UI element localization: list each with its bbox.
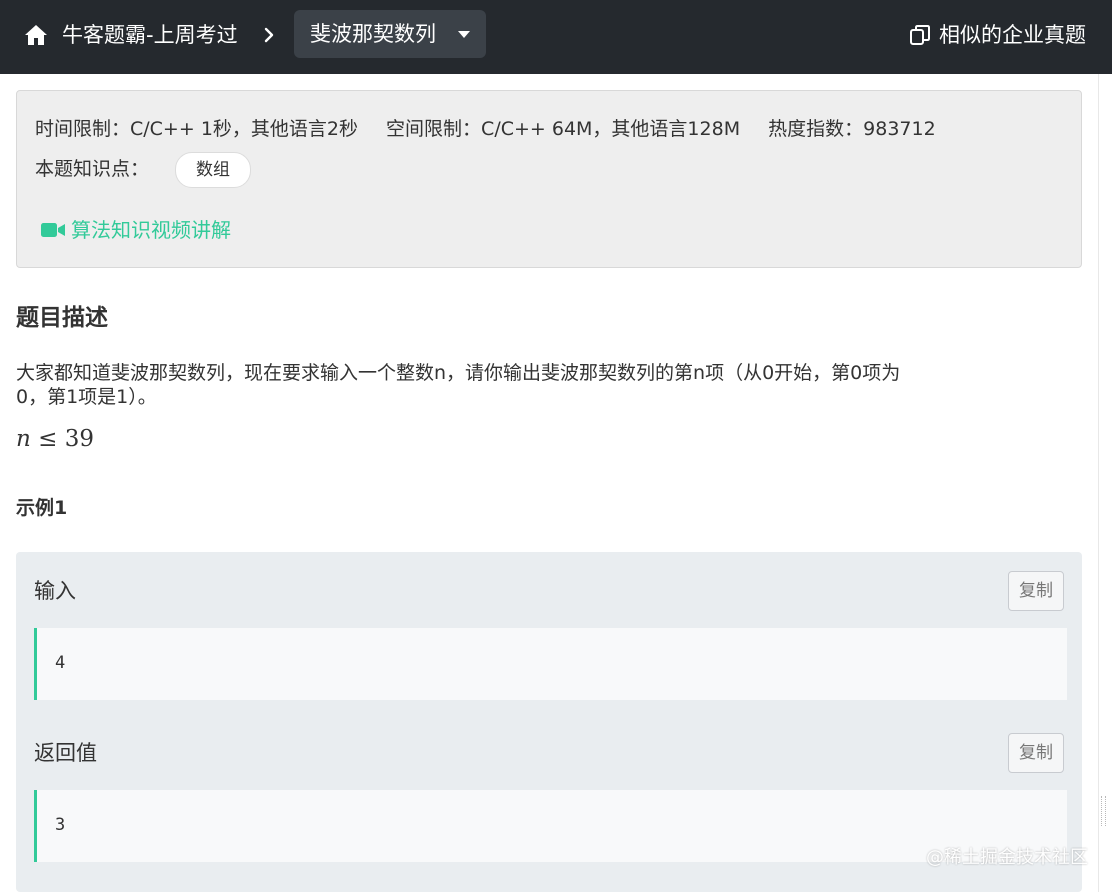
problem-dropdown-label: 斐波那契数列 — [310, 22, 436, 46]
video-lecture-label: 算法知识视频讲解 — [71, 218, 231, 242]
limits-row: 时间限制：C/C++ 1秒，其他语言2秒 空间限制：C/C++ 64M，其他语言… — [35, 111, 958, 147]
example-box: 输入 复制 4 返回值 复制 3 — [16, 552, 1082, 892]
scrollbar-grip[interactable] — [1101, 796, 1106, 826]
video-camera-icon — [41, 223, 65, 237]
output-label: 返回值 — [34, 741, 97, 765]
chevron-right-icon — [264, 27, 274, 43]
problem-info-panel: 时间限制：C/C++ 1秒，其他语言2秒 空间限制：C/C++ 64M，其他语言… — [16, 90, 1082, 268]
breadcrumb-link[interactable]: 牛客题霸-上周考过 — [62, 19, 238, 51]
description-text: 大家都知道斐波那契数列，现在要求输入一个整数n，请你输出斐波那契数列的第n项（从… — [16, 355, 1076, 407]
example-title: 示例1 — [16, 497, 68, 519]
description-title: 题目描述 — [16, 305, 108, 331]
heat-index: 热度指数：983712 — [768, 118, 936, 140]
input-label: 输入 — [34, 579, 76, 603]
copy-output-button[interactable]: 复制 — [1008, 733, 1064, 773]
top-nav-bar: 牛客题霸-上周考过 斐波那契数列 相似的企业真题 — [0, 0, 1112, 74]
output-value: 3 — [55, 815, 66, 835]
similar-questions-label: 相似的企业真题 — [939, 23, 1086, 47]
similar-questions-link[interactable]: 相似的企业真题 — [909, 19, 1086, 51]
knowledge-tag[interactable]: 数组 — [175, 152, 251, 188]
formula-bound: ≤ 39 — [30, 426, 94, 452]
input-value: 4 — [55, 653, 66, 673]
knowledge-label: 本题知识点： — [35, 158, 150, 180]
time-limit: 时间限制：C/C++ 1秒，其他语言2秒 — [35, 118, 358, 140]
home-icon[interactable] — [24, 23, 48, 47]
caret-down-icon — [458, 31, 470, 38]
scrollbar[interactable] — [1098, 74, 1112, 892]
formula-variable: n — [16, 426, 31, 452]
constraint-formula: n ≤ 39 — [16, 422, 94, 456]
space-limit: 空间限制：C/C++ 64M，其他语言128M — [386, 118, 741, 140]
problem-dropdown[interactable]: 斐波那契数列 — [294, 10, 486, 58]
watermark: @稀土掘金技术社区 — [926, 847, 1088, 868]
description-line-2: 0，第1项是1）。 — [16, 386, 157, 408]
video-lecture-link[interactable]: 算法知识视频讲解 — [41, 213, 231, 247]
input-code-block: 4 — [34, 628, 1067, 700]
copy-pages-icon — [910, 25, 930, 45]
copy-input-button[interactable]: 复制 — [1008, 571, 1064, 611]
description-line-1: 大家都知道斐波那契数列，现在要求输入一个整数n，请你输出斐波那契数列的第n项（从… — [16, 362, 901, 384]
output-code-block: 3 — [34, 790, 1067, 862]
